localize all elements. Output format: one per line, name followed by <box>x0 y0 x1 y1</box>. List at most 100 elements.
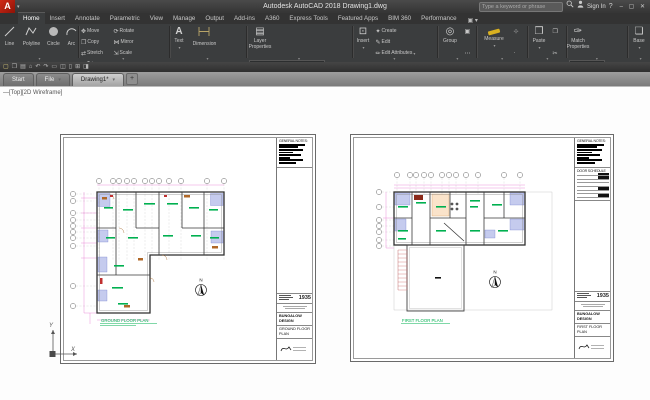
edit-icon: ✎ <box>375 39 380 46</box>
window-controls[interactable]: – ▢ ✕ <box>620 3 647 10</box>
ribbon-display-toggle-icon[interactable]: ▣ ▾ <box>468 17 478 24</box>
copy-icon: ❐ <box>81 39 86 46</box>
insert-icon: ⊡ <box>359 26 367 38</box>
architect-section <box>277 304 312 313</box>
group-button[interactable]: ◎ Group <box>440 25 460 59</box>
drawing-canvas[interactable]: —[Top][2D Wireframe] <box>0 86 650 400</box>
line-icon <box>4 26 15 41</box>
workspace-icon[interactable]: ▭ <box>51 62 57 72</box>
sheet-set-icon[interactable]: ▯ <box>69 62 72 72</box>
ucs-icon: Y X <box>34 317 84 365</box>
create-block-button[interactable]: ✦Create <box>375 26 433 36</box>
tab-parametric[interactable]: Parametric <box>105 13 145 24</box>
tab-express-tools[interactable]: Express Tools <box>284 13 332 24</box>
signature-section <box>575 337 610 358</box>
title-block-ground[interactable]: GENERAL NOTES: 1935 <box>276 138 312 360</box>
text-icon: A <box>175 26 182 38</box>
user-icon <box>577 0 584 13</box>
paste-icon: ❒ <box>535 26 544 38</box>
plan-caption: FIRST FLOOR PLAN <box>401 318 450 324</box>
layer-properties-button[interactable]: ▤ Layer Properties <box>249 25 271 59</box>
tab-performance[interactable]: Performance <box>416 13 461 24</box>
ground-floor-plan-drawing[interactable]: N GROUND FLOOR PLAN <box>64 138 276 358</box>
tab-output[interactable]: Output <box>200 13 229 24</box>
cut-clip-icon[interactable]: ✂ <box>552 48 562 58</box>
base-button[interactable]: ❏ Base▾ <box>630 25 648 59</box>
sheet-ground-floor[interactable]: N GROUND FLOOR PLAN GENERAL NOTES: <box>60 134 316 364</box>
tab-featured-apps[interactable]: Featured Apps <box>333 13 383 24</box>
copy-clip-icon[interactable]: ❐ <box>552 26 562 36</box>
mirror-button[interactable]: ⋈Mirror <box>113 37 141 47</box>
create-icon: ✦ <box>375 28 380 35</box>
grid-bubbles <box>96 178 226 183</box>
tab-annotate[interactable]: Annotate <box>70 13 105 24</box>
tab-insert[interactable]: Insert <box>45 13 70 24</box>
sheet-number: 1935 <box>299 295 311 301</box>
title-block-first[interactable]: GENERAL NOTES: DOOR SCHEDULE <box>574 138 610 358</box>
file-tab-start[interactable]: Start <box>3 73 34 86</box>
svg-text:FIRST FLOOR PLAN: FIRST FLOOR PLAN <box>402 318 443 323</box>
properties-palette-icon[interactable]: ◫ <box>60 62 66 72</box>
copy-button[interactable]: ❐Copy <box>81 37 109 47</box>
stretch-button[interactable]: ⇄Stretch <box>81 48 109 58</box>
scale-button[interactable]: ⇲Scale <box>113 48 141 58</box>
group-edit-icon[interactable]: ⋯ <box>464 48 473 58</box>
viewport-controls-label[interactable]: —[Top][2D Wireframe] <box>3 90 62 96</box>
general-notes-section: GENERAL NOTES: <box>277 138 312 168</box>
edit-block-button[interactable]: ✎Edit <box>375 37 433 47</box>
match-properties-button[interactable]: ✑ Match Properties <box>569 25 587 59</box>
tab-add-ins[interactable]: Add-ins <box>229 13 260 24</box>
interior-walls <box>394 192 525 245</box>
plot-icon[interactable]: ⌂ <box>29 62 33 72</box>
line-button[interactable]: Line <box>2 25 17 59</box>
first-floor-plan-drawing[interactable]: N FIRST FLOOR PLAN <box>354 138 566 356</box>
help-icon[interactable]: ? <box>609 0 613 13</box>
undo-icon[interactable]: ↶ <box>35 62 40 72</box>
tab-manage[interactable]: Manage <box>168 13 200 24</box>
search-binoculars-icon[interactable] <box>566 0 574 13</box>
grid-lines <box>99 184 224 260</box>
help-search-input[interactable] <box>479 2 563 12</box>
file-tab-file[interactable]: File▾ <box>36 73 70 86</box>
autocad-logo-icon[interactable]: A <box>0 0 15 13</box>
boundary-line <box>394 192 552 310</box>
measure-button[interactable]: Measure▾ <box>479 25 509 59</box>
save-file-icon[interactable]: ▤ <box>20 62 26 72</box>
quick-select-icon[interactable]: ⊹ <box>513 26 522 36</box>
tab-bim360[interactable]: BIM 360 <box>383 13 416 24</box>
point-icon[interactable]: · <box>513 48 522 58</box>
new-drawing-tab-button[interactable]: + <box>126 73 138 85</box>
text-button[interactable]: A Text▾ <box>172 25 186 59</box>
render-icon[interactable]: ⊞ <box>75 62 80 72</box>
dimension-button[interactable]: Dimension <box>190 25 218 59</box>
insert-button[interactable]: ⊡ Insert▾ <box>355 25 371 59</box>
circle-button[interactable]: Circle <box>46 25 61 59</box>
new-file-icon[interactable]: ▢ <box>3 62 9 72</box>
panel-annotation: A Text▾ Dimension ⟷Linear▾ ↗Leader▾ ⊞Tab… <box>172 25 244 60</box>
polyline-button[interactable]: Polyline <box>21 25 41 59</box>
app-menu-chevron-icon[interactable]: ▾ <box>17 4 20 10</box>
sheet-first-floor[interactable]: N FIRST FLOOR PLAN GENERAL NOTES: <box>350 134 614 362</box>
open-file-icon[interactable]: ❐ <box>12 62 17 72</box>
signature-icon <box>577 342 607 351</box>
ribbon-tab-bar: Home Insert Annotate Parametric View Man… <box>0 13 650 24</box>
redo-icon[interactable]: ↷ <box>43 62 48 72</box>
stamp-section: 1935 <box>277 294 312 304</box>
stamp-section: 1935 <box>575 292 610 302</box>
tab-a360[interactable]: A360 <box>260 13 284 24</box>
paste-button[interactable]: ❒ Paste▾ <box>530 25 548 59</box>
tab-view[interactable]: View <box>145 13 168 24</box>
tab-home[interactable]: Home <box>18 12 45 24</box>
rotate-button[interactable]: ⟳Rotate <box>113 26 141 36</box>
grid-lines-left <box>76 194 97 306</box>
file-tab-drawing1[interactable]: Drawing1*▾ <box>72 73 124 86</box>
ungroup-icon[interactable]: ▣ <box>464 26 473 36</box>
dimension-icon <box>197 26 211 41</box>
layout-icon[interactable]: ◨ <box>83 62 89 72</box>
group-extra-tools: ▣ ⋯ <box>464 25 473 58</box>
move-icon: ✥ <box>81 28 86 35</box>
move-button[interactable]: ✥Move <box>81 26 109 36</box>
edit-attributes-button[interactable]: ✏Edit Attributes▾ <box>375 48 433 58</box>
arc-button[interactable]: Arc <box>65 25 77 59</box>
sign-in-button[interactable]: Sign In <box>587 4 606 10</box>
